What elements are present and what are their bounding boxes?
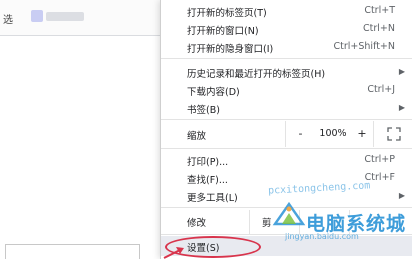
menu-divider [161,234,412,235]
chrome-main-menu: 打开新的标签页(T) Ctrl+T 打开新的窗口(N) Ctrl+N 打开新的隐… [160,0,412,259]
menu-item-shortcut: Ctrl+N [363,23,395,34]
fullscreen-button[interactable] [373,121,412,147]
cut-button-label: 剪 [262,218,272,229]
menu-item-new-incognito-window[interactable]: 打开新的隐身窗口(I) Ctrl+Shift+N [161,38,412,56]
menu-item-settings[interactable]: 设置(S) [161,236,412,256]
zoom-in-button[interactable]: + [351,121,373,147]
background-content-panel [5,244,140,259]
fullscreen-icon [387,127,401,141]
menu-item-label: 打开新的标签页(T) [187,8,267,19]
zoom-out-button[interactable]: - [285,121,315,147]
background-page: 选 [0,0,160,259]
menu-item-label: 打印(P)... [187,157,229,168]
menu-item-label: 打开新的隐身窗口(I) [187,44,274,55]
paste-button[interactable] [349,210,412,234]
menu-item-history[interactable]: 历史记录和最近打开的标签页(H) ▶ [161,63,412,81]
menu-item-label: 书签(B) [187,105,220,116]
menu-item-new-window[interactable]: 打开新的窗口(N) Ctrl+N [161,20,412,38]
background-tab-title-blurred [46,12,84,21]
background-favicon-icon [31,10,43,22]
menu-item-label: 打开新的窗口(N) [187,26,259,37]
menu-item-downloads[interactable]: 下载内容(D) Ctrl+J [161,81,412,99]
menu-item-shortcut: Ctrl+F [364,172,395,183]
menu-item-label: 历史记录和最近打开的标签页(H) [187,69,326,80]
menu-item-shortcut: Ctrl+T [364,5,395,16]
menu-item-print[interactable]: 打印(P)... Ctrl+P [161,151,412,169]
chevron-right-icon: ▶ [398,67,405,76]
menu-item-shortcut: Ctrl+J [367,84,395,95]
menu-item-find[interactable]: 查找(F)... Ctrl+F [161,169,412,187]
background-tab-text: 选 [3,15,13,26]
edit-label: 修改 [187,218,207,229]
background-toolbar: 选 [0,0,160,36]
menu-item-label: 设置(S) [187,243,220,254]
zoom-row: 缩放 - 100% + [161,121,412,147]
menu-divider [161,148,412,149]
menu-item-more-tools[interactable]: 更多工具(L) ▶ [161,187,412,205]
menu-divider [161,58,412,59]
menu-divider [161,207,412,208]
zoom-level: 100% [319,128,347,139]
chevron-right-icon: ▶ [398,191,405,200]
menu-divider [161,119,412,120]
zoom-label: 缩放 [187,131,207,142]
menu-item-shortcut: Ctrl+P [364,154,395,165]
chevron-right-icon: ▶ [398,103,405,112]
menu-item-new-tab[interactable]: 打开新的标签页(T) Ctrl+T [161,2,412,20]
menu-item-label: 更多工具(L) [187,193,238,204]
menu-item-shortcut: Ctrl+Shift+N [333,41,395,52]
copy-button[interactable] [299,210,349,234]
cut-button[interactable]: 剪 [249,210,299,234]
menu-item-label: 查找(F)... [187,175,228,186]
menu-item-label: 下载内容(D) [187,87,240,98]
edit-row: 修改 剪 [161,210,412,234]
menu-item-bookmarks[interactable]: 书签(B) ▶ [161,99,412,117]
